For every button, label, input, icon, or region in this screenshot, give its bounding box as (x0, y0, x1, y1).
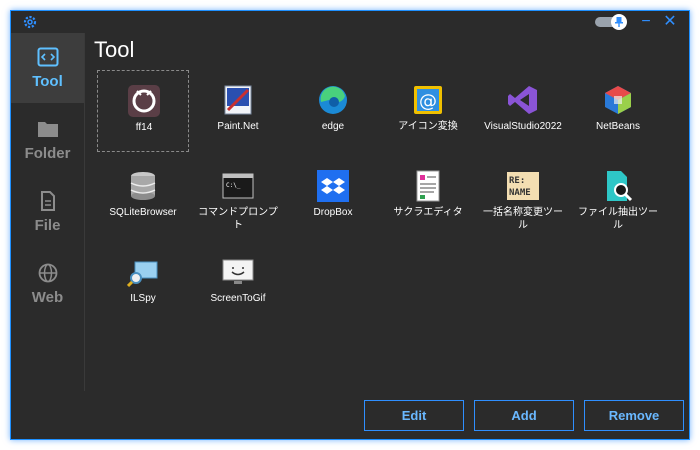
visual-studio-icon (508, 86, 537, 114)
app-window: − ✕ Tool Folder File Web Tool ff14 Paint… (10, 10, 690, 440)
tool-edge[interactable]: edge (287, 70, 379, 152)
sidebar-item-tool[interactable]: Tool (11, 33, 84, 103)
tool-dropbox[interactable]: DropBox (287, 156, 379, 238)
sidebar-item-folder[interactable]: Folder (11, 105, 84, 175)
ilspy-icon (127, 261, 158, 288)
tool-ff14[interactable]: ff14 (97, 70, 189, 152)
file-icon (41, 191, 55, 211)
pin-toggle[interactable] (595, 14, 629, 30)
minimize-button[interactable]: − (637, 13, 655, 31)
tool-label: Paint.Net (217, 121, 259, 132)
tool-file-extract[interactable]: ファイル抽出ツール (572, 156, 664, 238)
ff14-icon (128, 85, 160, 117)
sidebar-item-file[interactable]: File (11, 177, 84, 247)
tool-netbeans[interactable]: NetBeans (572, 70, 664, 152)
folder-icon (38, 122, 58, 137)
rename-tool-icon: RE: NAME (507, 172, 539, 200)
tool-screentogif[interactable]: ScreenToGif (192, 242, 284, 324)
tool-label: アイコン変換 (398, 121, 458, 132)
pin-icon (615, 17, 623, 27)
dropbox-icon (317, 170, 349, 202)
tool-paintnet[interactable]: Paint.Net (192, 70, 284, 152)
netbeans-icon (605, 86, 631, 114)
screentogif-icon (222, 259, 254, 284)
command-prompt-icon: C:\_ (222, 173, 254, 199)
tool-icon-convert[interactable]: @ アイコン変換 (382, 70, 474, 152)
tool-label: VisualStudio2022 (484, 121, 562, 132)
page-title: Tool (94, 37, 135, 62)
edge-icon (319, 86, 347, 114)
rename-line2-text: NAME (509, 188, 531, 198)
sidebar-item-label: Web (31, 289, 64, 306)
tool-label: サクラエディタ (393, 207, 463, 218)
sidebar-item-web[interactable]: Web (11, 249, 84, 319)
svg-text:@: @ (419, 91, 437, 112)
database-icon (130, 172, 156, 200)
tool-sqlitebrowser[interactable]: SQLiteBrowser (97, 156, 189, 238)
edit-button[interactable]: Edit (364, 400, 464, 431)
paintnet-icon (224, 85, 252, 115)
tool-label: ファイル抽出ツール (578, 207, 658, 231)
tool-label: SQLiteBrowser (109, 207, 177, 218)
tool-sakura-editor[interactable]: サクラエディタ (382, 156, 474, 238)
file-search-icon (607, 171, 633, 202)
close-button[interactable]: ✕ (661, 13, 679, 31)
tool-label: ILSpy (130, 293, 156, 304)
sidebar: Tool Folder File Web (11, 33, 85, 391)
sakura-editor-icon (416, 170, 440, 202)
code-window-icon (37, 47, 59, 67)
tool-rename-tool[interactable]: RE: NAME 一括名称変更ツール (477, 156, 569, 238)
tool-visual-studio[interactable]: VisualStudio2022 (477, 70, 569, 152)
tool-command-prompt[interactable]: C:\_ コマンドプロンプト (192, 156, 284, 238)
tool-label: NetBeans (596, 121, 640, 132)
tool-ilspy[interactable]: ILSpy (97, 242, 189, 324)
terminal-prompt-text: C:\_ (226, 182, 241, 189)
tool-label: ff14 (135, 122, 153, 133)
title-bar: − ✕ (11, 11, 689, 33)
remove-button[interactable]: Remove (584, 400, 684, 431)
tool-label: DropBox (313, 207, 353, 218)
tool-label: edge (321, 121, 345, 132)
globe-icon (38, 263, 58, 283)
rename-line1-text: RE: (509, 176, 525, 186)
settings-gear-icon[interactable] (22, 14, 38, 30)
add-button[interactable]: Add (474, 400, 574, 431)
tool-label: コマンドプロンプト (198, 207, 278, 231)
tool-label: ScreenToGif (210, 293, 266, 304)
sidebar-item-label: Tool (32, 73, 63, 90)
tool-label: 一括名称変更ツール (483, 207, 563, 231)
sidebar-item-label: File (34, 217, 61, 234)
sidebar-item-label: Folder (24, 145, 71, 162)
icon-convert-icon: @ (414, 86, 442, 114)
